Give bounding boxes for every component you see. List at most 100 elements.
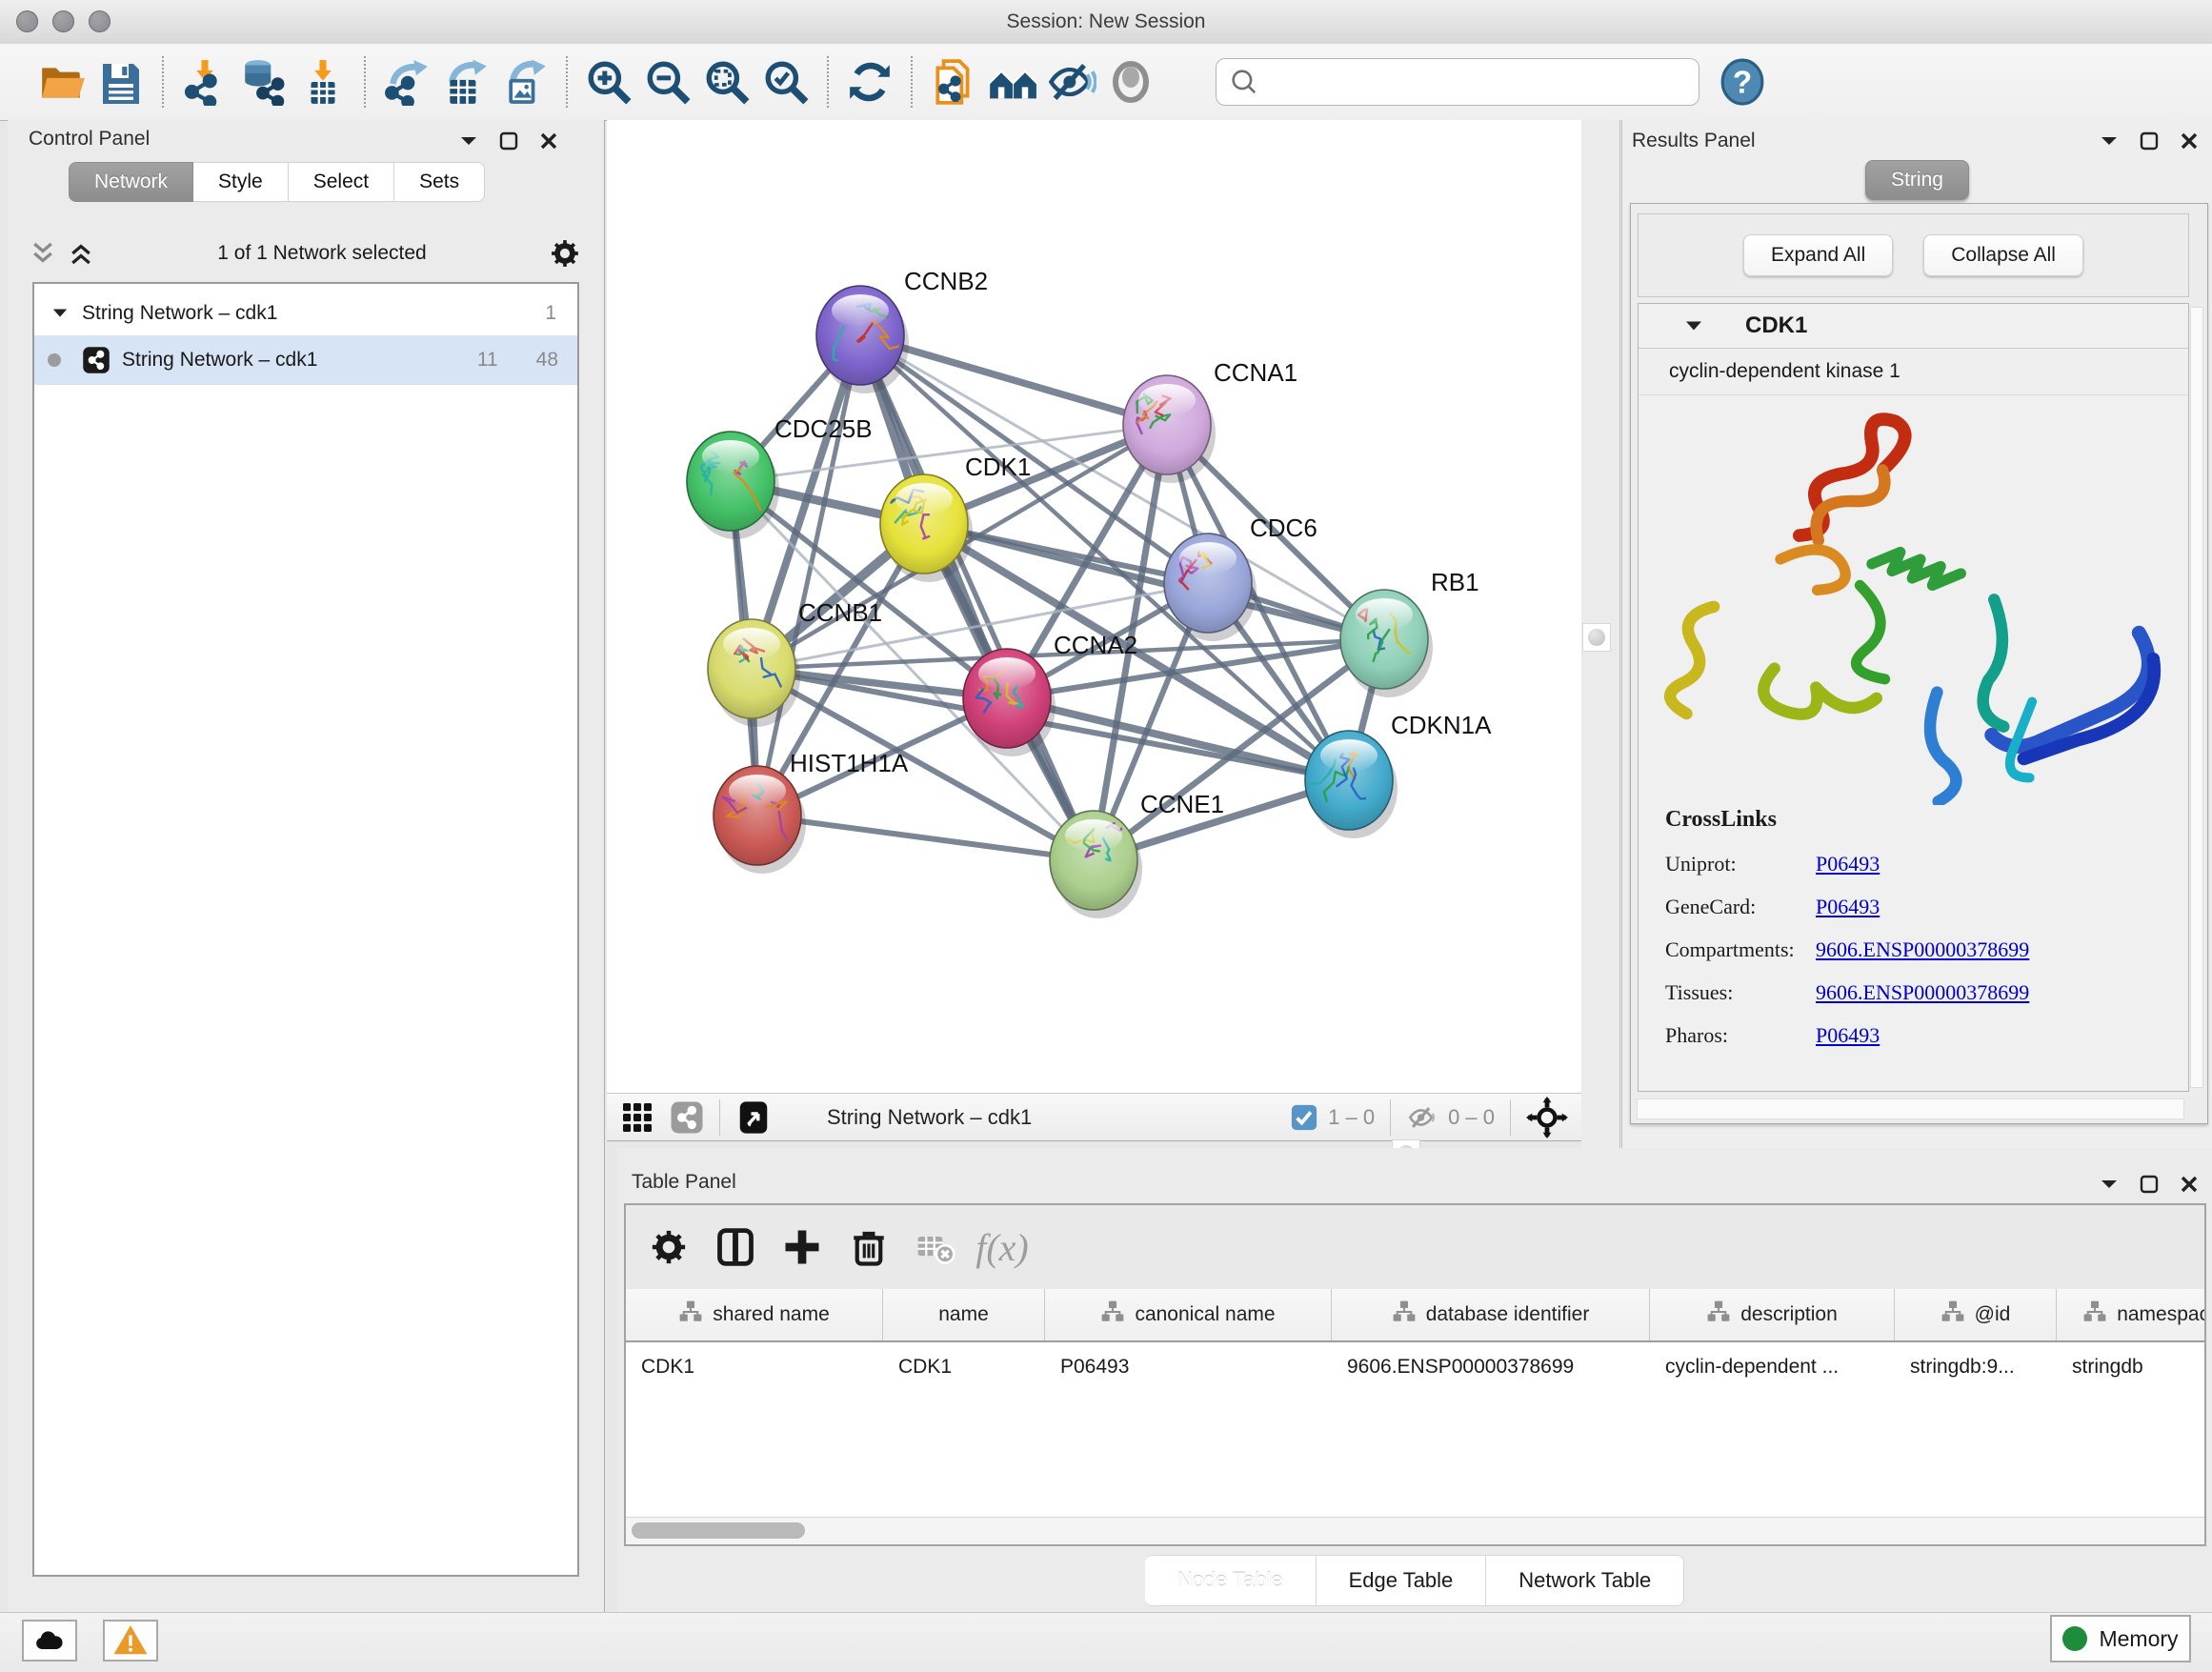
close-panel-icon[interactable] xyxy=(2180,131,2199,151)
search-input[interactable] xyxy=(1268,62,1699,102)
cloud-status-button[interactable] xyxy=(22,1620,77,1662)
float-panel-icon[interactable] xyxy=(2140,1175,2159,1194)
network-row-selected[interactable]: String Network – cdk1 11 48 xyxy=(34,335,577,385)
open-session-button[interactable] xyxy=(32,51,91,112)
column-header-namespace[interactable]: namespace xyxy=(2057,1289,2204,1340)
hidden-eye-icon[interactable] xyxy=(1406,1101,1438,1134)
panel-menu-icon[interactable] xyxy=(2100,134,2119,148)
zoom-in-button[interactable] xyxy=(579,51,638,112)
toolbar-search-field[interactable] xyxy=(1216,58,1699,106)
section-collapse-icon[interactable] xyxy=(1684,319,1703,333)
network-badge-icon[interactable] xyxy=(670,1100,704,1135)
create-column-button[interactable] xyxy=(769,1216,835,1279)
protein-structure-image[interactable] xyxy=(1639,395,2188,805)
column-label: description xyxy=(1740,1303,1838,1326)
crosslink-tissues-link[interactable]: 9606.ENSP00000378699 xyxy=(1816,980,2029,1005)
results-vscrollbar[interactable] xyxy=(2190,307,2203,1088)
crosslink-pharos-link[interactable]: P06493 xyxy=(1816,1023,1880,1048)
float-panel-icon[interactable] xyxy=(499,131,518,151)
collapse-all-icon[interactable] xyxy=(29,239,57,268)
splitter-handle[interactable] xyxy=(1582,623,1611,652)
crosslink-compartments-link[interactable]: 9606.ENSP00000378699 xyxy=(1816,937,2029,962)
cell-shared-name[interactable]: CDK1 xyxy=(626,1356,883,1379)
save-session-button[interactable] xyxy=(91,51,151,112)
tab-select[interactable]: Select xyxy=(289,162,394,202)
export-image-button[interactable] xyxy=(495,51,554,112)
float-panel-icon[interactable] xyxy=(2140,131,2159,151)
string-protein-query-button[interactable] xyxy=(924,51,983,112)
table-hscroll-thumb[interactable] xyxy=(632,1522,805,1539)
memory-button[interactable]: Memory xyxy=(2050,1615,2191,1662)
network-canvas[interactable]: CCNB2CCNA1CDC25BCDK1CDC6RB1CCNB1CCNA2CDK… xyxy=(607,120,1581,1093)
panel-menu-icon[interactable] xyxy=(2100,1178,2119,1191)
zoom-out-button[interactable] xyxy=(638,51,697,112)
string-home-button[interactable] xyxy=(983,51,1042,112)
network-node-CCNE1[interactable]: CCNE1 xyxy=(1050,790,1224,918)
network-collection-row[interactable]: String Network – cdk1 1 xyxy=(34,292,577,335)
network-collection-label: String Network – cdk1 xyxy=(82,302,277,325)
tab-edge-table[interactable]: Edge Table xyxy=(1317,1555,1487,1606)
network-column-icon xyxy=(2082,1299,2107,1330)
collapse-all-button[interactable]: Collapse All xyxy=(1923,234,2083,276)
column-header-canonical-name[interactable]: canonical name xyxy=(1045,1289,1332,1340)
table-options-button[interactable] xyxy=(635,1216,702,1279)
column-header-shared-name[interactable]: shared name xyxy=(626,1289,883,1340)
birdseye-toggle-icon[interactable] xyxy=(1526,1097,1568,1138)
vertical-splitter[interactable] xyxy=(1581,120,1619,1164)
help-button[interactable]: ? xyxy=(1713,51,1772,112)
warnings-button[interactable] xyxy=(103,1620,158,1662)
crosslink-uniprot-link[interactable]: P06493 xyxy=(1816,852,1880,876)
tab-string[interactable]: String xyxy=(1865,160,1969,200)
network-node-CDKN1A[interactable]: CDKN1A xyxy=(1305,711,1492,838)
import-network-database-button[interactable] xyxy=(234,51,293,112)
delete-column-button[interactable] xyxy=(835,1216,902,1279)
zoom-selected-button[interactable] xyxy=(756,51,815,112)
search-icon xyxy=(1228,66,1260,98)
export-network-button[interactable] xyxy=(377,51,436,112)
tree-expand-icon[interactable] xyxy=(51,307,69,320)
column-header-database-identifier[interactable]: database identifier xyxy=(1332,1289,1650,1340)
grid-mode-icon[interactable] xyxy=(620,1100,654,1135)
expand-all-icon[interactable] xyxy=(67,239,95,268)
cell-description[interactable]: cyclin-dependent ... xyxy=(1650,1356,1895,1379)
network-node-HIST1H1A[interactable]: HIST1H1A xyxy=(714,749,909,874)
column-header-name[interactable]: name xyxy=(883,1289,1045,1340)
import-network-file-button[interactable] xyxy=(175,51,234,112)
panel-menu-icon[interactable] xyxy=(459,134,478,148)
table-hscrollbar[interactable] xyxy=(626,1517,2204,1544)
show-glass-effect-button[interactable] xyxy=(1101,51,1160,112)
tab-sets[interactable]: Sets xyxy=(394,162,485,202)
network-edge-CCNB2-CCNE1[interactable] xyxy=(860,335,1094,860)
cell-name[interactable]: CDK1 xyxy=(883,1356,1045,1379)
selected-checkbox-icon[interactable] xyxy=(1290,1103,1318,1132)
network-node-RB1[interactable]: RB1 xyxy=(1340,568,1479,697)
show-columns-button[interactable] xyxy=(702,1216,769,1279)
network-node-CDC6[interactable]: CDC6 xyxy=(1164,514,1317,641)
export-table-button[interactable] xyxy=(436,51,495,112)
table-row[interactable]: CDK1CDK1P064939606.ENSP00000378699cyclin… xyxy=(626,1342,2204,1392)
tab-network-table[interactable]: Network Table xyxy=(1486,1555,1684,1606)
refresh-icon xyxy=(846,58,894,106)
network-edge-CCNB2-HIST1H1A[interactable] xyxy=(757,335,860,816)
expand-all-button[interactable]: Expand All xyxy=(1743,234,1893,276)
apply-layout-button[interactable] xyxy=(840,51,899,112)
close-panel-icon[interactable] xyxy=(539,131,558,151)
cell-namespace[interactable]: stringdb xyxy=(2057,1356,2204,1379)
tab-node-table[interactable]: Node Table xyxy=(1145,1555,1317,1606)
cell-canonical-name[interactable]: P06493 xyxy=(1045,1356,1332,1379)
zoom-fit-button[interactable] xyxy=(697,51,756,112)
tab-style[interactable]: Style xyxy=(193,162,289,202)
column-header-description[interactable]: description xyxy=(1650,1289,1895,1340)
network-edge-HIST1H1A-CCNE1[interactable] xyxy=(757,816,1094,860)
network-options-gear-icon[interactable] xyxy=(549,237,581,270)
import-table-file-button[interactable] xyxy=(293,51,352,112)
hide-glass-effect-button[interactable] xyxy=(1042,51,1101,112)
results-hscrollbar[interactable] xyxy=(1637,1098,2184,1119)
cell-database-identifier[interactable]: 9606.ENSP00000378699 xyxy=(1332,1356,1650,1379)
crosslink-genecard-link[interactable]: P06493 xyxy=(1816,895,1880,919)
cell-@id[interactable]: stringdb:9... xyxy=(1895,1356,2057,1379)
close-panel-icon[interactable] xyxy=(2180,1175,2199,1194)
column-header-@id[interactable]: @id xyxy=(1895,1289,2057,1340)
tab-network[interactable]: Network xyxy=(69,162,193,202)
detach-view-icon[interactable] xyxy=(735,1099,772,1136)
